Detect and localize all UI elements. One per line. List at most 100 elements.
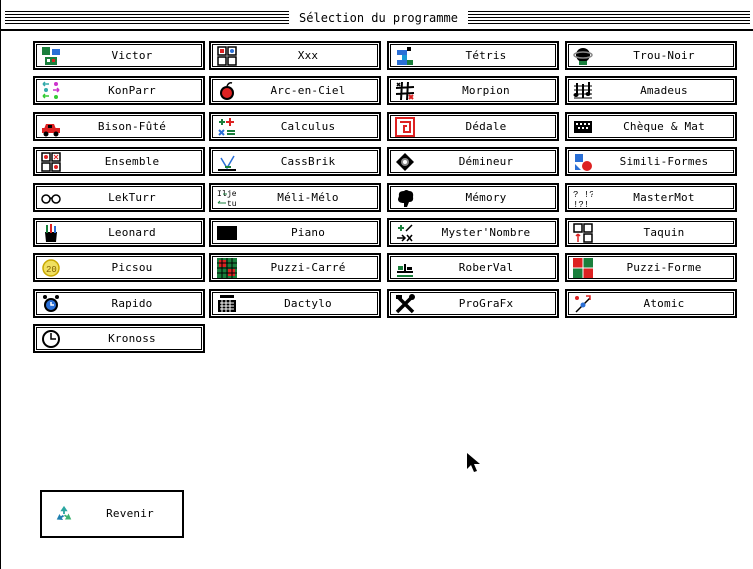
program-button-prografx[interactable]: ProGraFx — [387, 289, 559, 318]
program-button-dactylo[interactable]: Dactylo — [209, 289, 381, 318]
program-label: Tétris — [465, 49, 507, 62]
program-button-piano[interactable]: Piano — [209, 218, 381, 247]
program-label: Kronoss — [108, 332, 156, 345]
tools-icon — [395, 294, 415, 314]
mine-icon — [395, 152, 415, 172]
program-button-roberval[interactable]: RoberVal — [387, 253, 559, 282]
program-button-mastermot[interactable]: ? !?!?! MasterMot — [565, 183, 737, 212]
program-selection-window: Sélection du programme Victor Xxx Tétris Tr… — [0, 0, 753, 569]
program-label: Trou-Noir — [633, 49, 695, 62]
program-button-myster-nombre[interactable]: Myster'Nombre — [387, 218, 559, 247]
sliding-tiles-icon — [573, 223, 593, 243]
program-label: Chèque & Mat — [623, 120, 705, 133]
program-button-demineur[interactable]: Démineur — [387, 147, 559, 176]
apple-icon — [217, 81, 237, 101]
sets-grid-icon — [41, 152, 61, 172]
revenir-label: Revenir — [106, 507, 154, 520]
svg-text:20: 20 — [46, 265, 57, 275]
program-label: Myster'Nombre — [441, 226, 531, 239]
program-label: LekTurr — [108, 191, 156, 204]
program-button-rapido[interactable]: Rapido — [33, 289, 205, 318]
program-button-simili-formes[interactable]: Simili-Formes — [565, 147, 737, 176]
program-button-leonard[interactable]: Leonard — [33, 218, 205, 247]
program-label: Rapido — [111, 297, 153, 310]
svg-text:tu: tu — [227, 200, 237, 208]
program-label: Amadeus — [640, 84, 688, 97]
shapes-icon — [573, 152, 593, 172]
glasses-icon — [41, 188, 61, 208]
atom-icon — [573, 294, 593, 314]
program-button-atomic[interactable]: Atomic — [565, 289, 737, 318]
svg-text:? !?: ? !? — [573, 190, 593, 200]
tetris-blocks-icon — [395, 46, 415, 66]
title-bar: Sélection du programme — [1, 7, 753, 29]
program-button-dedale[interactable]: Dédale — [387, 112, 559, 141]
program-button-xxx[interactable]: Xxx — [209, 41, 381, 70]
title-bar-stripes-left — [5, 11, 289, 24]
mouse-cursor-icon — [467, 453, 480, 472]
program-label: Simili-Formes — [619, 155, 709, 168]
program-button-meli-melo[interactable]: Il je tu Méli-Mélo — [209, 183, 381, 212]
word-scramble-icon: Il je tu — [217, 188, 237, 208]
program-button-calculus[interactable]: Calculus — [209, 112, 381, 141]
program-label: Arc-en-Ciel — [270, 84, 346, 97]
music-notes-icon — [573, 81, 593, 101]
keyboard-icon — [573, 117, 593, 137]
program-button-memory[interactable]: Mémory — [387, 183, 559, 212]
program-button-tetris[interactable]: Tétris — [387, 41, 559, 70]
program-button-trou-noir[interactable]: Trou-Noir — [565, 41, 737, 70]
puzzle-shape-icon — [573, 258, 593, 278]
program-button-konparr[interactable]: KonParr — [33, 76, 205, 105]
car-icon — [41, 117, 61, 137]
tic-tac-toe-icon — [395, 81, 415, 101]
program-label: Victor — [111, 49, 153, 62]
puzzle-grid-icon — [217, 46, 237, 66]
program-label: Démineur — [458, 155, 514, 168]
program-label: Bison-Fûté — [97, 120, 167, 133]
svg-text:je: je — [227, 190, 237, 199]
brain-icon — [395, 188, 415, 208]
program-button-morpion[interactable]: Morpion — [387, 76, 559, 105]
program-label: KonParr — [108, 84, 156, 97]
program-button-victor[interactable]: Victor — [33, 41, 205, 70]
program-label: RoberVal — [458, 261, 514, 274]
program-label: Puzzi-Forme — [626, 261, 702, 274]
svg-text:!?!: !?! — [573, 200, 589, 208]
program-button-cheque-mat[interactable]: Chèque & Mat — [565, 112, 737, 141]
program-label: MasterMot — [633, 191, 695, 204]
program-label: Xxx — [297, 49, 319, 62]
typewriter-icon — [217, 294, 237, 314]
program-label: ProGraFx — [458, 297, 514, 310]
program-label: CassBrik — [280, 155, 336, 168]
robot-icon — [41, 46, 61, 66]
puzzle-square-icon — [217, 258, 237, 278]
program-button-puzzi-carre[interactable]: Puzzi-Carré — [209, 253, 381, 282]
revenir-button[interactable]: Revenir — [40, 490, 184, 538]
program-label: Puzzi-Carré — [270, 261, 346, 274]
program-label: Morpion — [462, 84, 510, 97]
alarm-clock-icon — [41, 294, 61, 314]
program-label: Calculus — [280, 120, 336, 133]
program-label: Taquin — [643, 226, 685, 239]
balance-scale-icon — [395, 258, 415, 278]
program-button-cassbrik[interactable]: CassBrik — [209, 147, 381, 176]
mystery-number-icon — [395, 223, 415, 243]
title-separator — [1, 29, 753, 31]
program-button-ensemble[interactable]: Ensemble — [33, 147, 205, 176]
program-button-arc-en-ciel[interactable]: Arc-en-Ciel — [209, 76, 381, 105]
program-button-kronoss[interactable]: Kronoss — [33, 324, 205, 353]
program-button-puzzi-forme[interactable]: Puzzi-Forme — [565, 253, 737, 282]
title-bar-stripes-right — [468, 11, 750, 24]
program-button-amadeus[interactable]: Amadeus — [565, 76, 737, 105]
brick-breaker-icon — [217, 152, 237, 172]
program-label: Ensemble — [104, 155, 160, 168]
paint-pot-icon — [41, 223, 61, 243]
math-operators-icon — [217, 117, 237, 137]
program-button-bison-fute[interactable]: Bison-Fûté — [33, 112, 205, 141]
program-button-lekturr[interactable]: LekTurr — [33, 183, 205, 212]
program-label: Atomic — [643, 297, 685, 310]
program-button-picsou[interactable]: 20 Picsou — [33, 253, 205, 282]
program-button-taquin[interactable]: Taquin — [565, 218, 737, 247]
black-rectangle-icon — [217, 223, 237, 243]
program-label: Picsou — [111, 261, 153, 274]
